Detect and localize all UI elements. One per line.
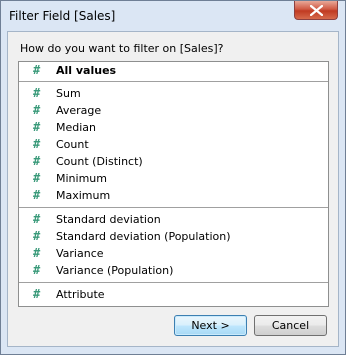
list-item-label: All values — [56, 64, 117, 77]
measure-icon: # — [33, 171, 41, 185]
measure-icon: # — [33, 212, 41, 226]
list-separator — [19, 207, 328, 208]
close-button[interactable] — [294, 1, 338, 20]
measure-icon: # — [33, 86, 41, 100]
measure-icon: # — [33, 229, 41, 243]
list-item-variance[interactable]: # Variance — [19, 245, 328, 262]
list-item-standard-deviation-population[interactable]: # Standard deviation (Population) — [19, 228, 328, 245]
close-icon — [310, 5, 323, 16]
list-item-label: Count (Distinct) — [56, 155, 143, 168]
cancel-button[interactable]: Cancel — [254, 315, 327, 336]
dialog-content: How do you want to filter on [Sales]? # … — [7, 31, 339, 347]
aggregation-list[interactable]: # All values # Sum # Average # Median # … — [18, 61, 329, 307]
filter-field-dialog: Filter Field [Sales] How do you want to … — [0, 0, 346, 355]
list-item-label: Sum — [56, 87, 81, 100]
list-item-label: Average — [56, 104, 102, 117]
list-item-count[interactable]: # Count — [19, 136, 328, 153]
list-item-attribute[interactable]: # Attribute — [19, 286, 328, 303]
list-item-label: Median — [56, 121, 97, 134]
dimension-icon: # — [33, 287, 41, 301]
list-item-label: Minimum — [56, 172, 107, 185]
list-item-label: Maximum — [56, 189, 111, 202]
measure-icon: # — [33, 137, 41, 151]
filter-prompt: How do you want to filter on [Sales]? — [20, 42, 224, 55]
window-title: Filter Field [Sales] — [9, 9, 116, 23]
list-item-count-distinct[interactable]: # Count (Distinct) — [19, 153, 328, 170]
list-item-standard-deviation[interactable]: # Standard deviation — [19, 211, 328, 228]
measure-icon: # — [33, 63, 41, 77]
list-item-label: Standard deviation — [56, 213, 161, 226]
list-item-variance-population[interactable]: # Variance (Population) — [19, 262, 328, 279]
list-separator — [19, 282, 328, 283]
measure-icon: # — [33, 120, 41, 134]
list-item-median[interactable]: # Median — [19, 119, 328, 136]
title-bar[interactable]: Filter Field [Sales] — [1, 1, 345, 32]
next-button[interactable]: Next > — [174, 315, 247, 336]
list-item-label: Variance — [56, 247, 104, 260]
list-item-label: Standard deviation (Population) — [56, 230, 231, 243]
list-item-minimum[interactable]: # Minimum — [19, 170, 328, 187]
measure-icon: # — [33, 188, 41, 202]
list-item-label: Attribute — [56, 288, 105, 301]
measure-icon: # — [33, 154, 41, 168]
measure-icon: # — [33, 246, 41, 260]
measure-icon: # — [33, 263, 41, 277]
list-separator — [19, 81, 328, 82]
list-item-label: Count — [56, 138, 89, 151]
list-item-label: Variance (Population) — [56, 264, 174, 277]
list-item-all-values[interactable]: # All values — [19, 62, 328, 79]
measure-icon: # — [33, 103, 41, 117]
list-item-sum[interactable]: # Sum — [19, 85, 328, 102]
list-item-average[interactable]: # Average — [19, 102, 328, 119]
list-item-maximum[interactable]: # Maximum — [19, 187, 328, 204]
